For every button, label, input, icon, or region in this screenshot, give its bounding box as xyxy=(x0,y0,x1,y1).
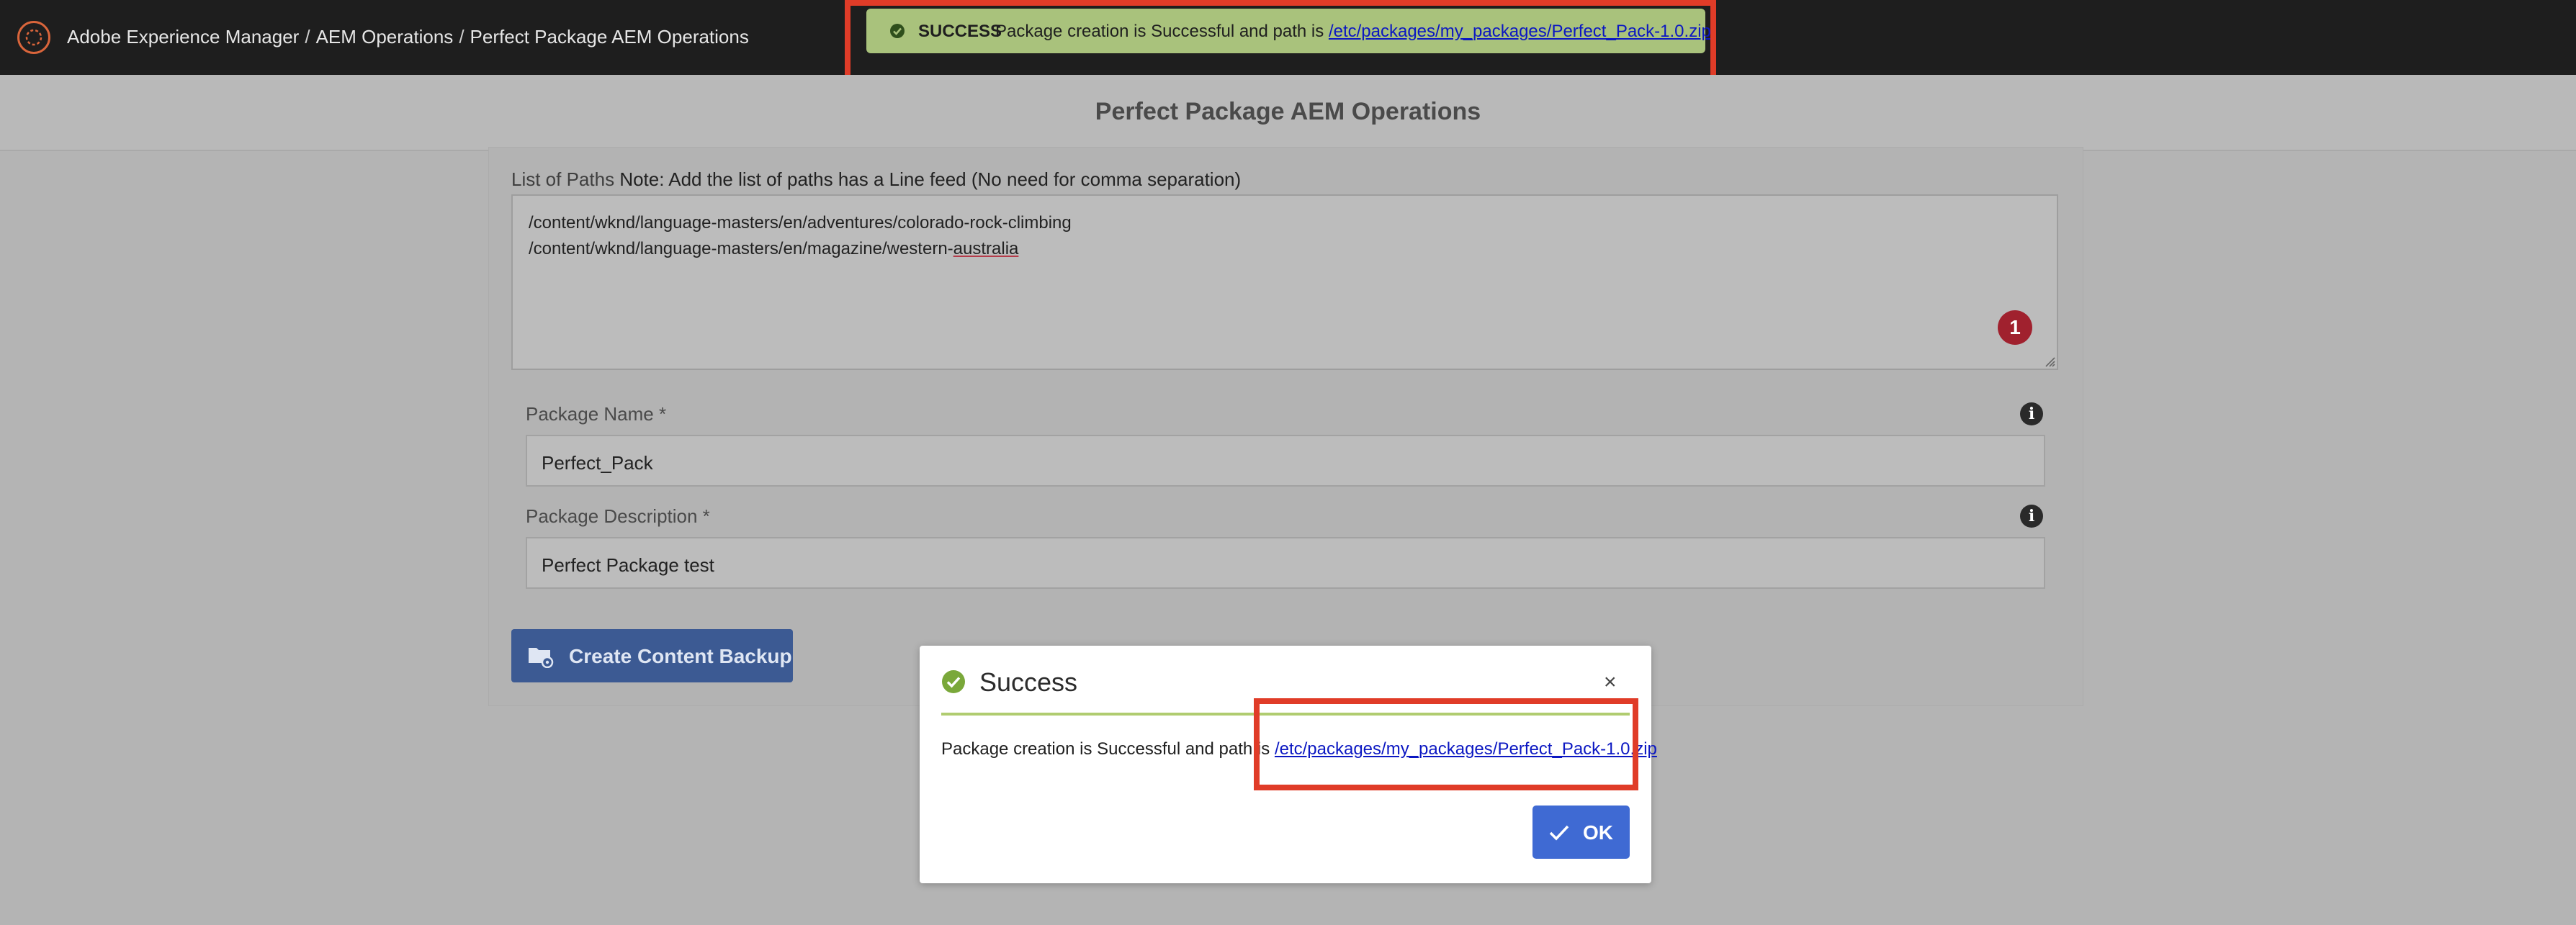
toast-package-link[interactable]: /etc/packages/my_packages/Perfect_Pack-1… xyxy=(1329,22,1711,41)
dialog-message-text: Package creation is Successful and path … xyxy=(941,739,1270,759)
breadcrumb: Adobe Experience Manager / AEM Operations /… xyxy=(67,26,749,48)
ok-button[interactable]: OK xyxy=(1532,806,1630,859)
package-description-input[interactable]: Perfect Package test xyxy=(526,537,2045,589)
ok-button-label: OK xyxy=(1583,821,1613,844)
create-content-backup-label: Create Content Backup xyxy=(569,645,792,667)
folder-gear-icon xyxy=(529,648,554,668)
breadcrumb-separator: / xyxy=(305,26,310,48)
paths-note: Note: Add the list of paths has a Line f… xyxy=(619,168,1242,190)
path-line: /content/wknd/language-masters/en/advent… xyxy=(529,213,1072,233)
check-circle-icon xyxy=(942,670,965,693)
toast-message-text: Package creation is Successful and path … xyxy=(995,22,1324,41)
breadcrumb-item-operations[interactable]: AEM Operations xyxy=(316,26,454,48)
close-icon[interactable]: × xyxy=(1604,670,1617,695)
dialog-message: Package creation is Successful and path … xyxy=(941,739,1657,759)
breadcrumb-separator: / xyxy=(459,26,465,48)
info-icon[interactable]: i xyxy=(2020,402,2043,425)
paths-textarea[interactable]: /content/wknd/language-masters/en/advent… xyxy=(511,194,2058,370)
error-count-badge[interactable]: 1 xyxy=(1998,310,2032,345)
success-toast: SUCCESS Package creation is Successful a… xyxy=(866,9,1711,53)
dialog-divider xyxy=(941,713,1630,716)
toast-message: Package creation is Successful and path … xyxy=(995,22,1711,42)
paths-label-text: List of Paths xyxy=(511,168,615,190)
package-name-input[interactable]: Perfect_Pack xyxy=(526,435,2045,487)
spellcheck-word: australia xyxy=(953,239,1019,258)
create-content-backup-button[interactable]: Create Content Backup xyxy=(511,629,793,682)
info-icon[interactable]: i xyxy=(2020,505,2043,528)
aem-logo-icon[interactable] xyxy=(17,21,50,54)
breadcrumb-item-current: Perfect Package AEM Operations xyxy=(470,26,749,48)
page-title: Perfect Package AEM Operations xyxy=(1095,98,1481,125)
dialog-title: Success xyxy=(979,667,1078,697)
resize-grip-icon[interactable] xyxy=(2044,356,2055,367)
path-line: /content/wknd/language-masters/en/magazi… xyxy=(529,236,2057,262)
paths-label: List of Paths Note: Add the list of path… xyxy=(511,168,1241,191)
path-line-text: /content/wknd/language-masters/en/magazi… xyxy=(529,239,953,258)
package-description-label: Package Description * xyxy=(526,505,710,527)
package-name-label: Package Name * xyxy=(526,403,667,425)
toast-status: SUCCESS xyxy=(918,22,1002,41)
check-circle-icon xyxy=(890,24,905,38)
dialog-package-link[interactable]: /etc/packages/my_packages/Perfect_Pack-1… xyxy=(1275,739,1657,759)
checkmark-icon xyxy=(1549,825,1569,841)
breadcrumb-item-aem[interactable]: Adobe Experience Manager xyxy=(67,26,299,48)
